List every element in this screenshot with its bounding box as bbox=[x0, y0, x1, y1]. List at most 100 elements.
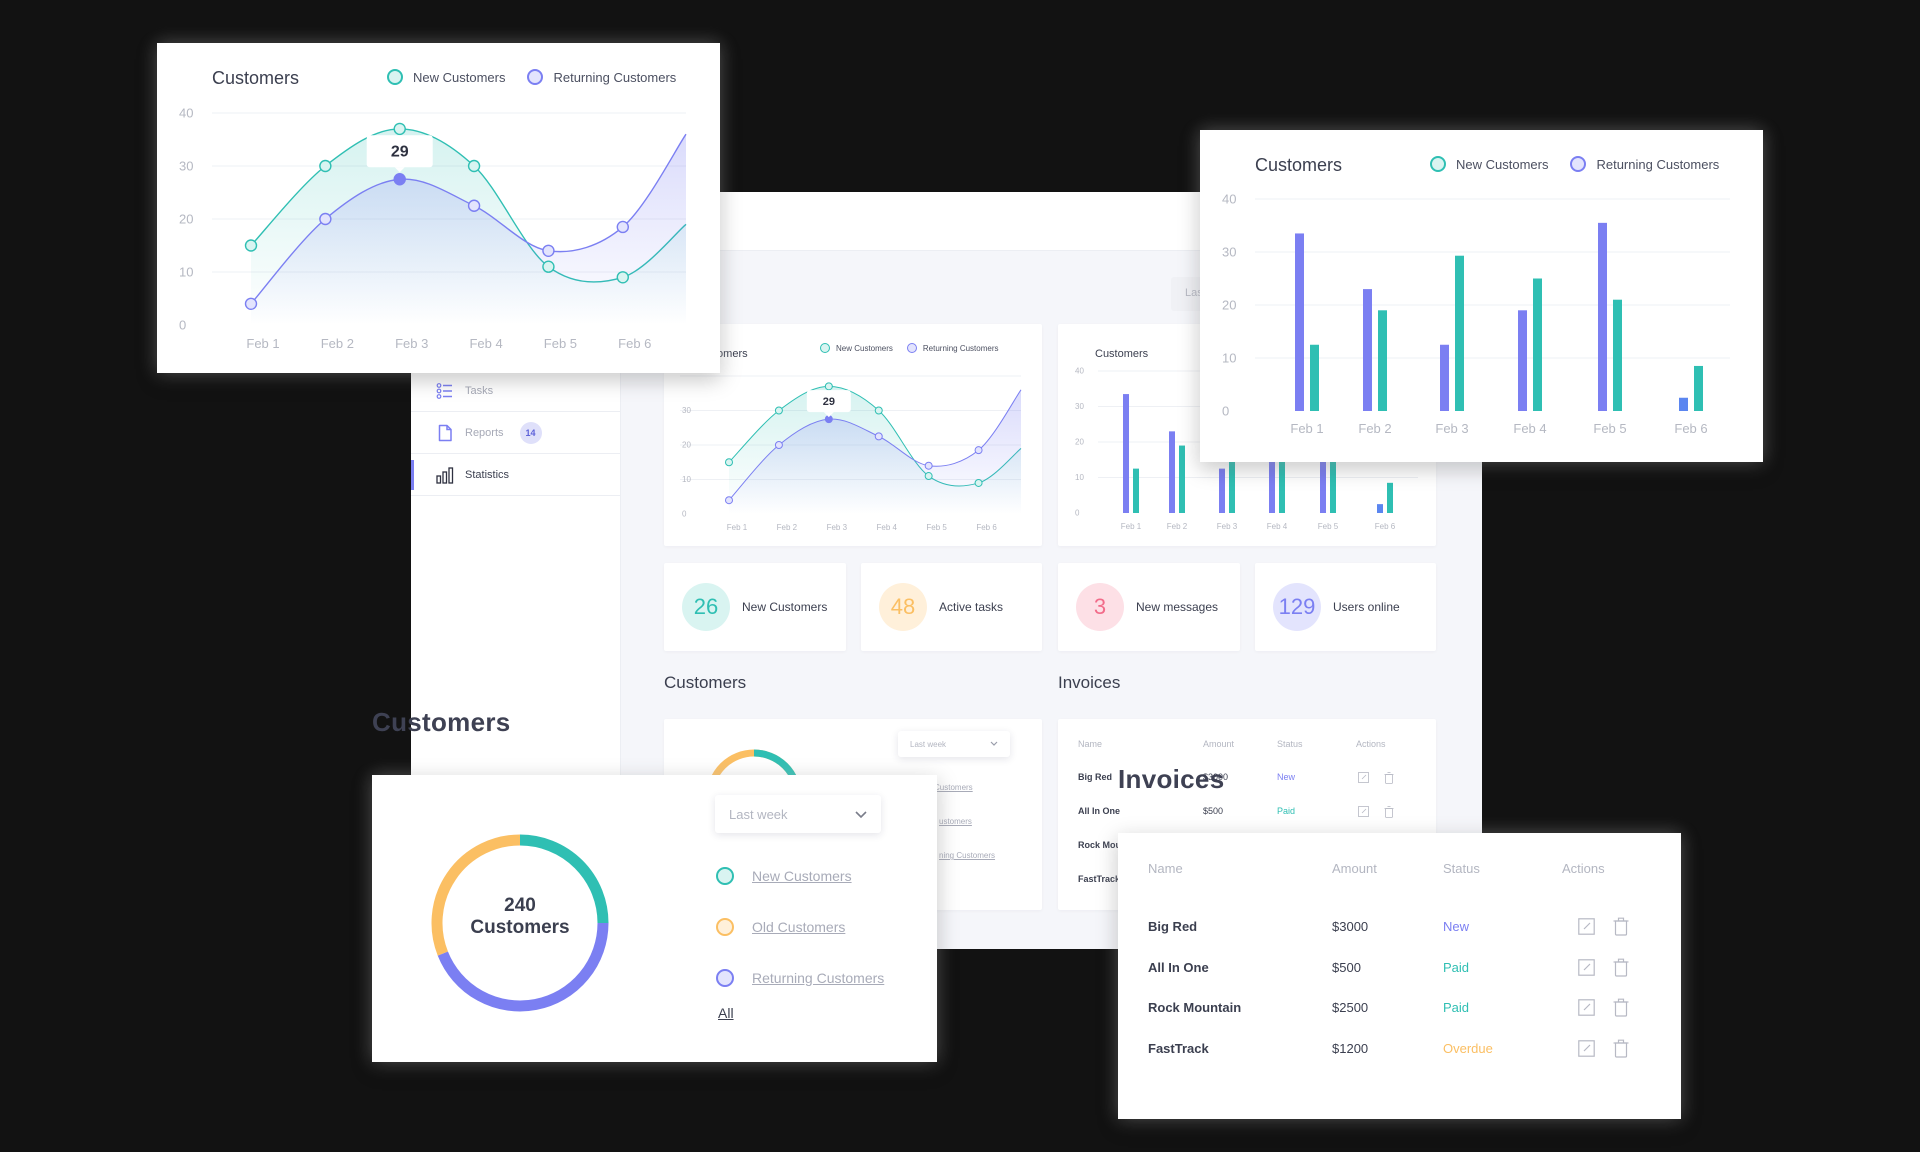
mini-legend-returning[interactable]: ning Customers bbox=[939, 851, 995, 860]
legend-label: Returning Customers bbox=[752, 970, 885, 986]
edit-icon[interactable] bbox=[1575, 1037, 1597, 1059]
stat-label: Users online bbox=[1333, 600, 1400, 614]
trash-icon[interactable] bbox=[1384, 772, 1394, 786]
table-row: Big Red $3000 New bbox=[1118, 913, 1681, 943]
stat-card-new-customers[interactable]: 26 New Customers bbox=[664, 563, 846, 651]
trash-icon[interactable] bbox=[1610, 996, 1632, 1018]
line-chart: 0 10 20 30 40 Feb 1 Feb 2 Feb 3 Feb 4 Feb 5 Feb 6 2… bbox=[179, 105, 687, 351]
y-tick-label: 20 bbox=[682, 441, 691, 450]
row-amount: $3000 bbox=[1332, 919, 1369, 934]
donut-legend-new[interactable]: New Customers bbox=[716, 867, 852, 885]
edit-icon[interactable] bbox=[1358, 772, 1369, 785]
x-tick-label: Feb 1 bbox=[246, 336, 279, 351]
row-name: FastTrack bbox=[1078, 874, 1121, 884]
sidebar-item-tasks[interactable]: Tasks bbox=[411, 370, 621, 412]
tooltip-label: 29 bbox=[391, 144, 409, 161]
stat-card-users-online[interactable]: 129 Users online bbox=[1255, 563, 1436, 651]
x-tick-label: Feb 2 bbox=[1358, 421, 1391, 436]
stat-label: New messages bbox=[1136, 600, 1219, 614]
row-name: All In One bbox=[1148, 960, 1209, 975]
new-customers-point bbox=[319, 159, 332, 173]
row-status: Paid bbox=[1443, 960, 1470, 975]
legend-new-icon bbox=[716, 867, 734, 885]
returning-customers-point bbox=[874, 432, 883, 441]
y-tick-label: 0 bbox=[1075, 509, 1080, 518]
edit-icon[interactable] bbox=[1575, 956, 1597, 978]
range-dropdown[interactable]: Last week bbox=[715, 795, 881, 833]
returning-bar bbox=[1219, 468, 1225, 513]
x-tick-label: Feb 1 bbox=[1121, 522, 1142, 531]
x-tick-label: Feb 2 bbox=[1167, 522, 1188, 531]
table-row: FastTrack $1200 Overdue bbox=[1118, 1035, 1681, 1065]
x-tick-label: Feb 1 bbox=[1290, 421, 1323, 436]
show-all-link[interactable]: All bbox=[718, 1005, 734, 1021]
bar-chart-icon bbox=[435, 465, 455, 485]
new-bar bbox=[1613, 299, 1622, 411]
donut-legend-old[interactable]: Old Customers bbox=[716, 918, 845, 936]
mini-legend-old[interactable]: ustomers bbox=[939, 817, 972, 826]
returning-customers-point bbox=[725, 496, 733, 505]
invoices-card: Name Amount Status Actions Big Red $3000 N… bbox=[1118, 833, 1681, 1119]
col-header: Status bbox=[1277, 739, 1303, 749]
edit-icon[interactable] bbox=[1575, 996, 1597, 1018]
returning-customers-point bbox=[393, 173, 406, 186]
row-amount: $2500 bbox=[1332, 1000, 1369, 1015]
x-tick-label: Feb 5 bbox=[1318, 522, 1339, 531]
new-customers-point bbox=[244, 239, 258, 252]
new-bar bbox=[1455, 255, 1464, 411]
returning-customers-point bbox=[244, 297, 258, 310]
x-tick-label: Feb 2 bbox=[321, 336, 354, 351]
trash-icon[interactable] bbox=[1384, 806, 1394, 820]
stat-value: 48 bbox=[879, 583, 927, 631]
donut-total-label: Customers bbox=[470, 917, 570, 938]
stat-card-active-tasks[interactable]: 48 Active tasks bbox=[861, 563, 1042, 651]
mini-range-dropdown[interactable]: Last week bbox=[898, 731, 1010, 757]
table-row: All In One $500 Paid bbox=[1118, 954, 1681, 984]
x-tick-label: Feb 6 bbox=[618, 336, 651, 351]
new-bar bbox=[1310, 344, 1319, 411]
donut-center-label: 240 Customers bbox=[430, 895, 610, 939]
new-customers-point bbox=[924, 472, 933, 481]
new-bar bbox=[1694, 365, 1703, 411]
stat-value: 129 bbox=[1273, 583, 1321, 631]
new-customers-point bbox=[874, 406, 883, 415]
range-dropdown-label: Last week bbox=[729, 806, 788, 822]
mini-line-chart: 0 10 20 30 Feb 1 Feb 2 Feb 3 Feb 4 Feb 5 Feb 6 29 bbox=[680, 375, 1022, 532]
mini-legend-new[interactable]: Customers bbox=[934, 783, 973, 792]
y-tick-label: 40 bbox=[1222, 191, 1236, 206]
sidebar-item-label: Reports bbox=[465, 426, 504, 439]
sidebar-item-reports[interactable]: Reports 14 bbox=[411, 412, 621, 454]
x-tick-label: Feb 4 bbox=[1513, 421, 1546, 436]
new-customers-point bbox=[974, 478, 983, 487]
returning-customers-point bbox=[467, 199, 481, 212]
trash-icon[interactable] bbox=[1610, 956, 1632, 978]
chevron-down-icon bbox=[990, 740, 998, 749]
donut-legend-returning[interactable]: Returning Customers bbox=[716, 969, 884, 987]
legend-label: Old Customers bbox=[752, 919, 846, 935]
legend-old-icon bbox=[716, 918, 734, 936]
sidebar-item-statistics[interactable]: Statistics bbox=[411, 454, 621, 496]
trash-icon[interactable] bbox=[1610, 1037, 1632, 1059]
stat-card-new-messages[interactable]: 3 New messages bbox=[1058, 563, 1240, 651]
col-header-name: Name bbox=[1148, 861, 1183, 876]
returning-customers-point bbox=[924, 461, 933, 470]
trash-icon[interactable] bbox=[1610, 915, 1632, 937]
y-tick-label: 20 bbox=[1222, 297, 1236, 312]
y-tick-label: 10 bbox=[682, 475, 691, 484]
col-header: Amount bbox=[1203, 739, 1235, 749]
row-status: Paid bbox=[1443, 1000, 1470, 1015]
row-status: New bbox=[1443, 919, 1470, 934]
edit-icon[interactable] bbox=[1358, 806, 1369, 819]
new-customers-point bbox=[824, 382, 833, 391]
returning-customers-point bbox=[774, 441, 783, 449]
y-tick-label: 10 bbox=[1075, 473, 1084, 482]
new-bar bbox=[1179, 445, 1185, 513]
new-bar bbox=[1533, 278, 1542, 411]
row-amount: $500 bbox=[1203, 806, 1224, 816]
line-chart-card: Customers New Customers Returning Custom… bbox=[157, 43, 720, 373]
tooltip: 29 bbox=[366, 135, 433, 173]
returning-customers-point bbox=[319, 212, 332, 226]
new-customers-point bbox=[467, 159, 481, 173]
edit-icon[interactable] bbox=[1575, 915, 1597, 937]
row-name: Big Red bbox=[1148, 919, 1198, 934]
